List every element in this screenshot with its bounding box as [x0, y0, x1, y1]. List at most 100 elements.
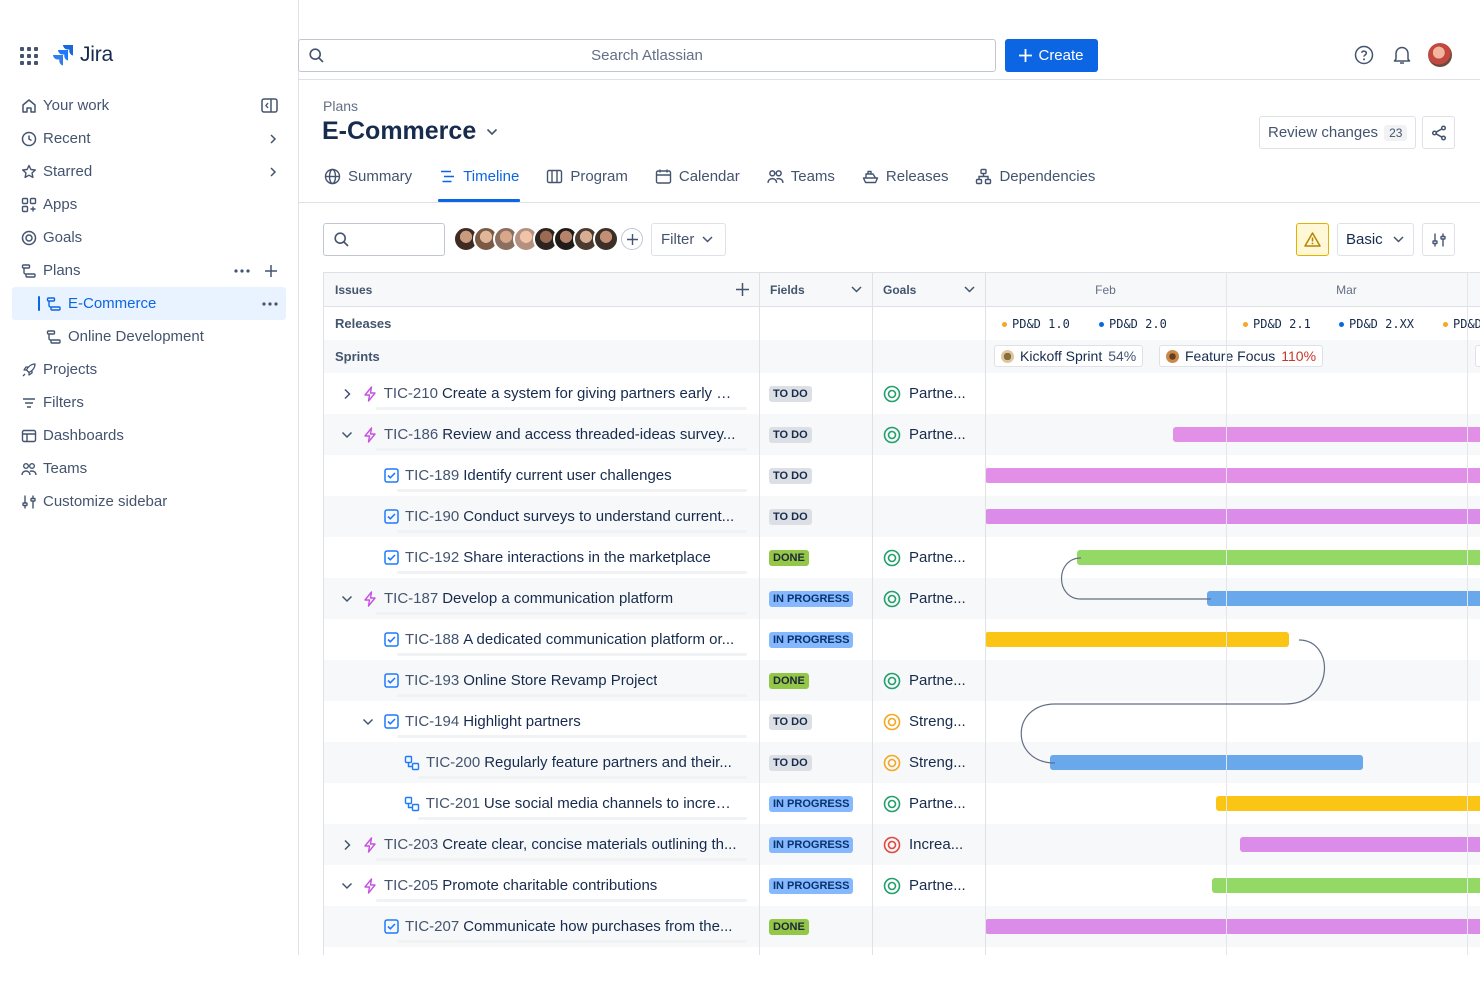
chevron-down-icon[interactable] — [340, 595, 354, 603]
sidebar-item-goals[interactable]: Goals — [12, 221, 286, 254]
help-icon[interactable] — [1352, 43, 1376, 67]
create-button[interactable]: Create — [1005, 39, 1098, 72]
goals-column-header[interactable]: Goals — [872, 273, 985, 307]
status-lozenge[interactable]: DONE — [769, 550, 809, 566]
issue-summary[interactable]: Promote charitable contributions — [442, 877, 657, 894]
issue-key[interactable]: TIC-192 — [405, 549, 459, 566]
issue-key[interactable]: TIC-200 — [426, 754, 480, 771]
add-issue-icon[interactable] — [736, 283, 749, 296]
breadcrumb[interactable]: Plans — [323, 98, 358, 114]
sidebar-item-dashboards[interactable]: Dashboards — [12, 419, 286, 452]
view-mode-select[interactable]: Basic — [1337, 223, 1414, 256]
status-lozenge[interactable]: DONE — [769, 673, 809, 689]
issue-summary[interactable]: Use social media channels to increas... — [484, 795, 739, 812]
issue-key[interactable]: TIC-188 — [405, 631, 459, 648]
chevron-down-icon[interactable] — [851, 286, 862, 293]
fields-column-header[interactable]: Fields — [759, 273, 872, 307]
sidebar-item-customize[interactable]: Customize sidebar — [12, 485, 286, 518]
issue-summary[interactable]: Online Store Revamp Project — [463, 672, 657, 689]
goal-cell[interactable]: Partne... — [883, 373, 966, 414]
page-title[interactable]: E-Commerce — [322, 117, 498, 146]
review-changes-button[interactable]: Review changes 23 — [1259, 116, 1417, 149]
issue-summary[interactable]: Review and access threaded-ideas survey.… — [442, 426, 735, 443]
chevron-right-icon[interactable] — [268, 133, 278, 145]
status-lozenge[interactable]: DONE — [769, 919, 809, 935]
tab-teams[interactable]: Teams — [766, 158, 836, 194]
warnings-button[interactable] — [1296, 223, 1329, 256]
issue-summary[interactable]: Share interactions in the marketplace — [463, 549, 711, 566]
tab-summary[interactable]: Summary — [323, 158, 413, 194]
issue-summary[interactable]: Regularly feature partners and their... — [484, 754, 732, 771]
chevron-down-icon[interactable] — [964, 286, 975, 293]
issue-key[interactable]: TIC-193 — [405, 672, 459, 689]
sidebar-item-filters[interactable]: Filters — [12, 386, 286, 419]
status-lozenge[interactable]: TO DO — [769, 386, 812, 402]
sidebar-item-plans[interactable]: Plans — [12, 254, 286, 287]
status-lozenge[interactable]: TO DO — [769, 468, 812, 484]
avatar[interactable] — [593, 226, 619, 252]
sidebar-item-starred[interactable]: Starred — [12, 155, 286, 188]
issue-key[interactable]: TIC-203 — [384, 836, 438, 853]
sidebar-item-online-development[interactable]: Online Development — [12, 320, 286, 353]
tab-releases[interactable]: Releases — [861, 158, 950, 194]
issue-summary[interactable]: Highlight partners — [463, 713, 581, 730]
chevron-down-icon[interactable] — [486, 128, 498, 136]
sidebar-item-your-work[interactable]: Your work — [12, 89, 286, 122]
chevron-down-icon[interactable] — [361, 718, 375, 726]
chevron-down-icon[interactable] — [340, 882, 354, 890]
tab-timeline[interactable]: Timeline — [438, 158, 521, 202]
global-search-input[interactable]: Search Atlassian — [298, 39, 996, 72]
issue-key[interactable]: TIC-189 — [405, 467, 459, 484]
issue-summary[interactable]: Create a system for giving partners earl… — [442, 385, 739, 402]
add-plan-icon[interactable] — [264, 264, 278, 278]
user-avatar[interactable] — [1428, 43, 1452, 67]
issue-key[interactable]: TIC-190 — [405, 508, 459, 525]
chevron-right-icon[interactable] — [340, 839, 354, 851]
sidebar-item-apps[interactable]: Apps — [12, 188, 286, 221]
goal-cell[interactable]: Partne... — [883, 414, 966, 455]
goal-cell[interactable]: Increa... — [883, 824, 963, 865]
notifications-bell-icon[interactable] — [1390, 43, 1414, 67]
sidebar-item-projects[interactable]: Projects — [12, 353, 286, 386]
sidebar-item-teams[interactable]: Teams — [12, 452, 286, 485]
status-lozenge[interactable]: IN PROGRESS — [769, 837, 854, 853]
chevron-right-icon[interactable] — [340, 388, 354, 400]
view-settings-button[interactable] — [1422, 223, 1455, 256]
app-switcher-icon[interactable] — [20, 47, 38, 65]
issues-column-header[interactable]: Issues — [324, 273, 759, 307]
share-button[interactable] — [1422, 116, 1455, 149]
goal-cell[interactable]: Streng... — [883, 742, 966, 783]
status-lozenge[interactable]: IN PROGRESS — [769, 591, 854, 607]
goal-cell[interactable]: Partne... — [883, 660, 966, 701]
issue-search-input[interactable] — [323, 223, 445, 256]
status-lozenge[interactable]: IN PROGRESS — [769, 632, 854, 648]
goal-cell[interactable]: Partne... — [883, 537, 966, 578]
issue-key[interactable]: TIC-205 — [384, 877, 438, 894]
status-lozenge[interactable]: IN PROGRESS — [769, 878, 854, 894]
tab-calendar[interactable]: Calendar — [654, 158, 741, 194]
status-lozenge[interactable]: TO DO — [769, 714, 812, 730]
tab-program[interactable]: Program — [545, 158, 629, 194]
issue-summary[interactable]: A dedicated communication platform or... — [463, 631, 734, 648]
sidebar-item-e-commerce[interactable]: E-Commerce — [12, 287, 286, 320]
more-icon[interactable] — [234, 268, 250, 273]
collapse-sidebar-icon[interactable] — [261, 98, 278, 113]
status-lozenge[interactable]: TO DO — [769, 755, 812, 771]
status-lozenge[interactable]: TO DO — [769, 509, 812, 525]
filter-button[interactable]: Filter — [651, 223, 726, 256]
issue-key[interactable]: TIC-207 — [405, 918, 459, 935]
chevron-down-icon[interactable] — [340, 431, 354, 439]
chevron-right-icon[interactable] — [268, 166, 278, 178]
jira-logo[interactable]: Jira — [52, 43, 113, 67]
goal-cell[interactable]: Partne... — [883, 865, 966, 906]
issue-key[interactable]: TIC-201 — [426, 795, 480, 812]
issue-key[interactable]: TIC-210 — [384, 385, 438, 402]
issue-summary[interactable]: Develop a communication platform — [442, 590, 673, 607]
tab-dependencies[interactable]: Dependencies — [974, 158, 1096, 194]
issue-summary[interactable]: Communicate how purchases from the... — [463, 918, 732, 935]
status-lozenge[interactable]: TO DO — [769, 427, 812, 443]
issue-key[interactable]: TIC-194 — [405, 713, 459, 730]
goal-cell[interactable]: Partne... — [883, 783, 966, 824]
goal-cell[interactable]: Streng... — [883, 701, 966, 742]
status-lozenge[interactable]: IN PROGRESS — [769, 796, 854, 812]
